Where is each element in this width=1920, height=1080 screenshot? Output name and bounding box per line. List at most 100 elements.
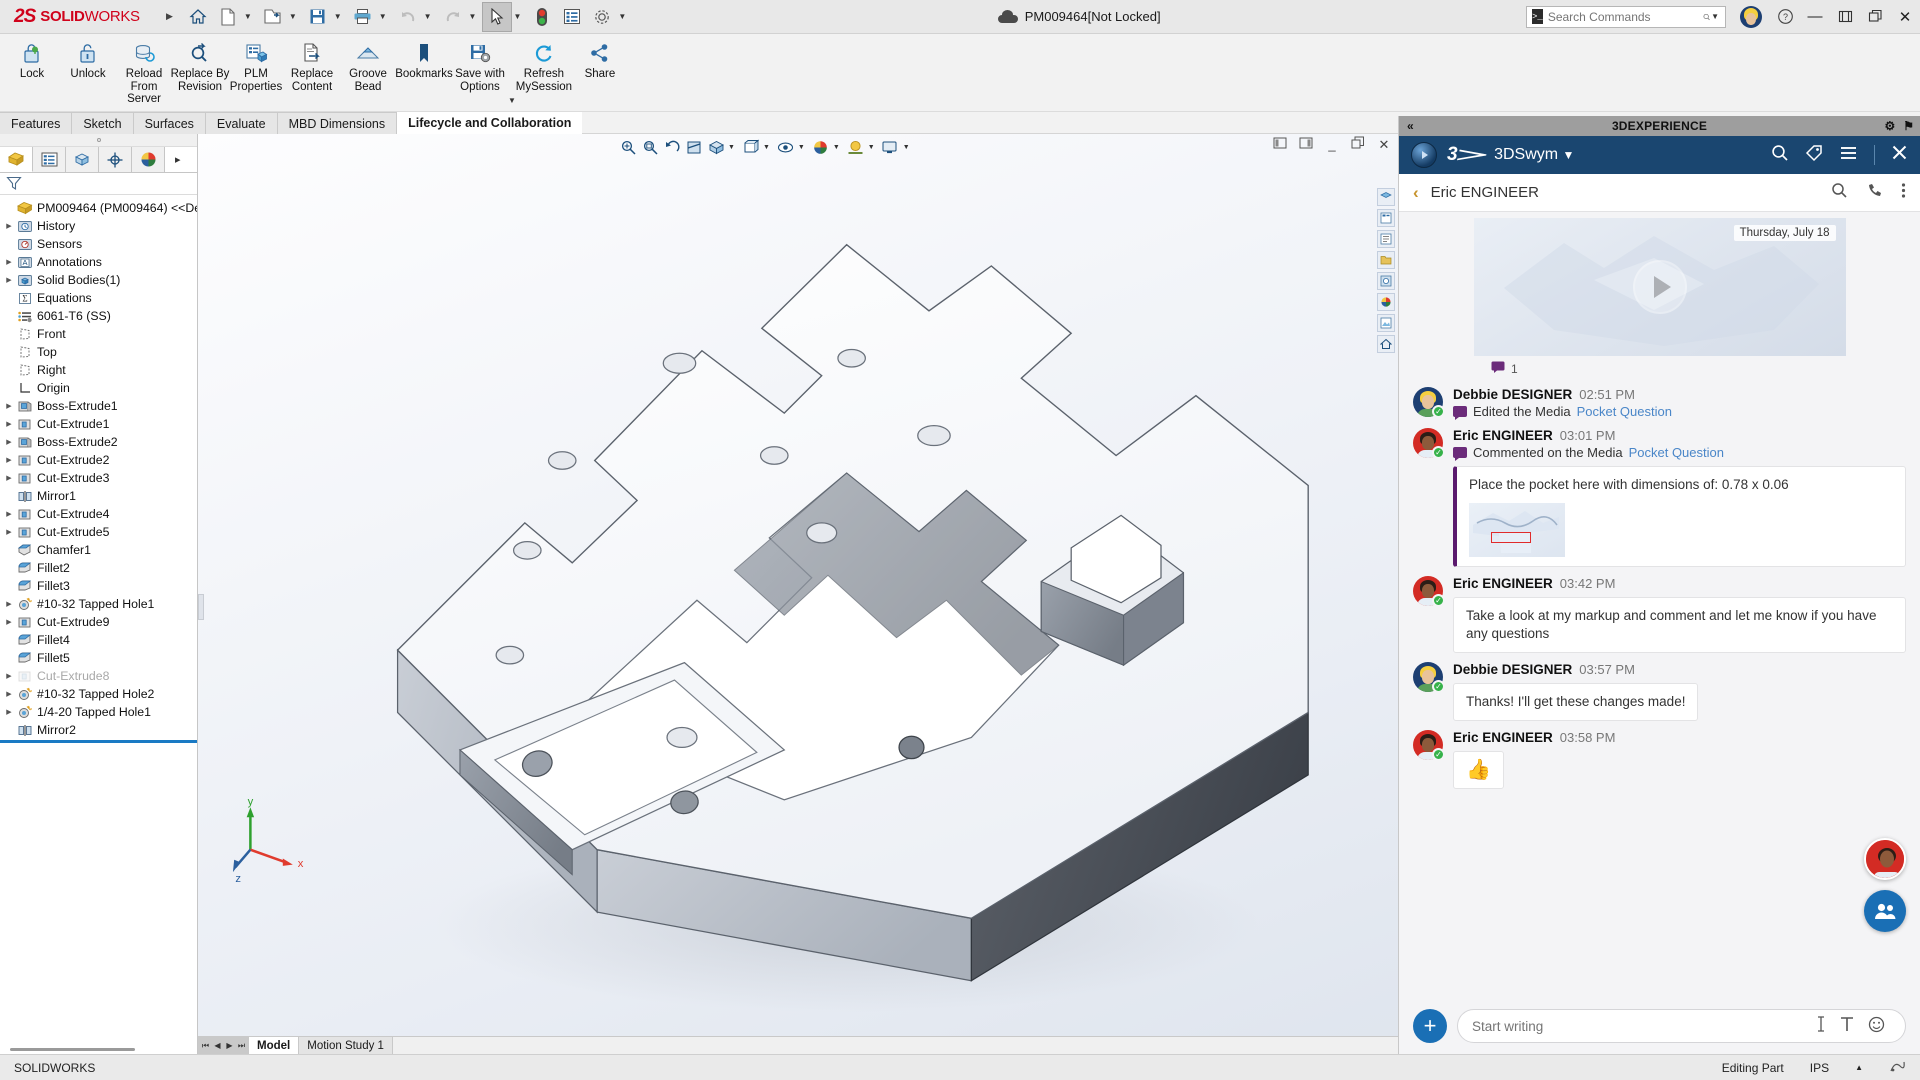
pin-icon[interactable]: ⚑ bbox=[1903, 119, 1914, 133]
restore-button[interactable] bbox=[1830, 2, 1860, 32]
conversation-thread[interactable]: Thursday, July 18 1 ✓ Debbie DESIGNER 02… bbox=[1399, 212, 1920, 998]
tree-item-cut-extrude1[interactable]: ▶ Cut-Extrude1 bbox=[0, 415, 197, 433]
open-document-icon[interactable] bbox=[258, 2, 288, 32]
rollback-bar[interactable] bbox=[0, 740, 197, 743]
message-item[interactable]: ✓ Eric ENGINEER 03:01 PM Commented on th… bbox=[1413, 428, 1906, 567]
replace-by-revision-button[interactable]: Replace By Revision bbox=[171, 34, 229, 93]
expand-arrow-icon[interactable]: ▶ bbox=[2, 690, 16, 698]
search-icon[interactable] bbox=[1771, 144, 1789, 167]
select-cursor-icon[interactable] bbox=[482, 1, 513, 32]
plm-properties-button[interactable]: PLM Properties bbox=[228, 34, 284, 93]
search-icon[interactable] bbox=[1831, 182, 1848, 203]
message-bubble[interactable]: Place the pocket here with dimensions of… bbox=[1453, 466, 1906, 567]
message-item[interactable]: ✓ Debbie DESIGNER 02:51 PM Edited the Me… bbox=[1413, 387, 1906, 420]
message-bubble[interactable]: Take a look at my markup and comment and… bbox=[1453, 597, 1906, 653]
graphics-viewport[interactable]: ▼ ▼ ▼ ▼ ▼ ▼ _ ✕ y x z ⏮ ◀ ▶ ⏭ Model Moti… bbox=[198, 134, 1398, 1054]
chevron-down-icon[interactable]: ▼ bbox=[1563, 148, 1575, 162]
floating-user-avatar[interactable] bbox=[1864, 838, 1906, 880]
lock-button[interactable]: Lock bbox=[4, 34, 60, 81]
expand-arrow-icon[interactable]: ▶ bbox=[2, 474, 16, 482]
doc-tab-motion-study[interactable]: Motion Study 1 bbox=[299, 1037, 393, 1054]
tree-item-right-plane[interactable]: Right bbox=[0, 361, 197, 379]
message-item[interactable]: ✓ Eric ENGINEER 03:42 PM Take a look at … bbox=[1413, 576, 1906, 653]
message-bubble[interactable]: 👍 bbox=[1453, 751, 1504, 789]
settings-gear-icon[interactable] bbox=[587, 2, 617, 32]
options-list-icon[interactable] bbox=[557, 2, 587, 32]
more-options-icon[interactable] bbox=[1901, 182, 1906, 203]
tree-item-front-plane[interactable]: Front bbox=[0, 325, 197, 343]
collapse-panel-icon[interactable]: « bbox=[1407, 119, 1414, 133]
tree-item-material[interactable]: 6061-T6 (SS) bbox=[0, 307, 197, 325]
units-caret-icon[interactable]: ▲ bbox=[1855, 1063, 1863, 1072]
avatar[interactable]: ✓ bbox=[1413, 576, 1445, 607]
tab-nav-arrows[interactable]: ⏮ ◀ ▶ ⏭ bbox=[198, 1037, 249, 1054]
tree-item-origin[interactable]: Origin bbox=[0, 379, 197, 397]
dimxpert-manager-tab[interactable] bbox=[99, 147, 132, 172]
home-icon[interactable] bbox=[183, 2, 213, 32]
message-item[interactable]: ✓ Eric ENGINEER 03:58 PM 👍 bbox=[1413, 730, 1906, 789]
panel-resize-grip[interactable] bbox=[0, 1044, 197, 1054]
tree-item-mirror2[interactable]: Mirror2 bbox=[0, 721, 197, 739]
tree-item-chamfer1[interactable]: Chamfer1 bbox=[0, 541, 197, 559]
markup-thumbnail[interactable] bbox=[1469, 503, 1565, 557]
minimize-button[interactable]: — bbox=[1800, 2, 1830, 32]
tree-item-history[interactable]: ▶ History bbox=[0, 217, 197, 235]
expand-arrow-icon[interactable]: ▶ bbox=[2, 402, 16, 410]
undo-icon[interactable] bbox=[393, 2, 423, 32]
search-input[interactable] bbox=[1547, 9, 1703, 24]
rebuild-icon[interactable] bbox=[1889, 1059, 1906, 1077]
part-3d-model[interactable]: y x z bbox=[198, 134, 1398, 1054]
prev-tab-icon[interactable]: ◀ bbox=[212, 1041, 223, 1050]
share-button[interactable]: Share bbox=[572, 34, 628, 81]
message-input[interactable] bbox=[1472, 1018, 1816, 1034]
tree-item-fillet2[interactable]: Fillet2 bbox=[0, 559, 197, 577]
expand-arrow-icon[interactable]: ▶ bbox=[2, 276, 16, 284]
message-bubble[interactable]: Thanks! I'll get these changes made! bbox=[1453, 683, 1699, 721]
tree-item-cut-extrude5[interactable]: ▶ Cut-Extrude5 bbox=[0, 523, 197, 541]
avatar[interactable]: ✓ bbox=[1413, 387, 1445, 418]
formatting-text-icon[interactable] bbox=[1840, 1016, 1854, 1036]
tab-evaluate[interactable]: Evaluate bbox=[205, 112, 278, 134]
compass-icon[interactable] bbox=[1411, 142, 1437, 168]
expand-arrow-icon[interactable]: ▶ bbox=[2, 510, 16, 518]
search-dropdown[interactable]: ▼ bbox=[1710, 12, 1725, 21]
expand-arrow-icon[interactable]: ▶ bbox=[2, 222, 16, 230]
expand-arrow-icon[interactable]: ▶ bbox=[2, 528, 16, 536]
configuration-manager-tab[interactable] bbox=[66, 147, 99, 172]
display-manager-tab[interactable] bbox=[132, 147, 165, 172]
maximize-button[interactable] bbox=[1860, 2, 1890, 32]
tree-item-cut-extrude3[interactable]: ▶ Cut-Extrude3 bbox=[0, 469, 197, 487]
tree-item-cut-extrude4[interactable]: ▶ Cut-Extrude4 bbox=[0, 505, 197, 523]
search-commands-box[interactable]: >_ ▼ bbox=[1526, 5, 1727, 28]
feature-tree[interactable]: PM009464 (PM009464) <<Default>_Phot ▶ Hi… bbox=[0, 195, 197, 1044]
tree-item-boss-extrude2[interactable]: ▶ Boss-Extrude2 bbox=[0, 433, 197, 451]
tree-item-mirror1[interactable]: Mirror1 bbox=[0, 487, 197, 505]
gear-icon[interactable]: ⚙ bbox=[1884, 119, 1895, 133]
menu-expand-caret[interactable]: ▶ bbox=[150, 11, 183, 22]
reload-from-server-button[interactable]: Reload From Server bbox=[116, 34, 172, 106]
last-tab-icon[interactable]: ⏭ bbox=[236, 1041, 247, 1051]
tree-item-fillet5[interactable]: Fillet5 bbox=[0, 649, 197, 667]
home-rail-icon[interactable] bbox=[1377, 335, 1395, 353]
people-button[interactable] bbox=[1864, 890, 1906, 932]
compose-field-wrapper[interactable] bbox=[1457, 1009, 1906, 1043]
save-with-options-button[interactable]: Save with Options bbox=[452, 34, 508, 93]
save-dropdown[interactable]: ▼ bbox=[333, 12, 348, 21]
groove-bead-button[interactable]: Groove Bead bbox=[340, 34, 396, 93]
tree-item-boss-extrude1[interactable]: ▶ Boss-Extrude1 bbox=[0, 397, 197, 415]
expand-arrow-icon[interactable]: ▶ bbox=[2, 708, 16, 716]
units-label[interactable]: IPS bbox=[1810, 1061, 1829, 1075]
media-link[interactable]: Pocket Question bbox=[1629, 445, 1724, 460]
undo-dropdown[interactable]: ▼ bbox=[423, 12, 438, 21]
folder-rail-icon[interactable] bbox=[1377, 251, 1395, 269]
tree-item-tapped-hole1[interactable]: ▶ #10-32 Tapped Hole1 bbox=[0, 595, 197, 613]
user-avatar[interactable] bbox=[1740, 5, 1763, 28]
tree-item-fillet4[interactable]: Fillet4 bbox=[0, 631, 197, 649]
expand-arrow-icon[interactable]: ▶ bbox=[2, 672, 16, 680]
emoji-icon[interactable] bbox=[1868, 1016, 1885, 1037]
refresh-mysession-button[interactable]: Refresh MySession bbox=[516, 34, 572, 93]
tab-lifecycle-and-collaboration[interactable]: Lifecycle and Collaboration bbox=[397, 112, 583, 134]
save-icon[interactable] bbox=[303, 2, 333, 32]
tree-root-node[interactable]: PM009464 (PM009464) <<Default>_Phot bbox=[0, 199, 197, 217]
avatar[interactable]: ✓ bbox=[1413, 428, 1445, 459]
